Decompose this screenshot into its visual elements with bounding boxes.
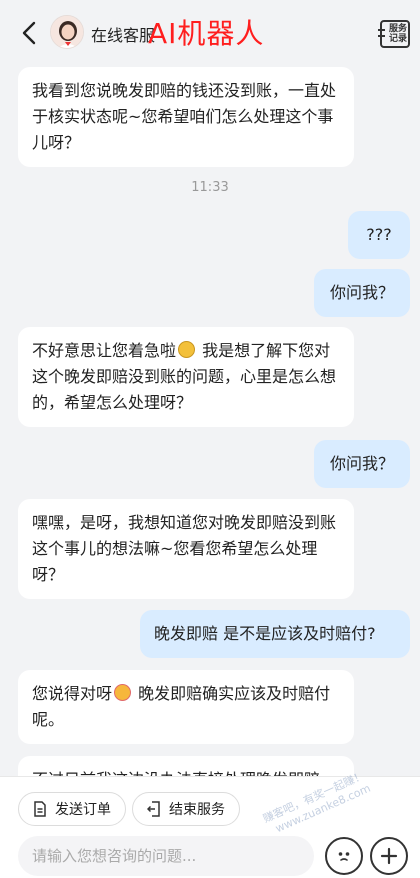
chat-message-list[interactable]: 我看到您说晚发即赔的钱还没到账，一直处于核实状态呢~您希望咱们怎么处理这个事儿呀… [0, 64, 420, 776]
end-service-label: 结束服务 [169, 802, 225, 818]
service-record-label: 服务记录 [388, 24, 407, 44]
agent-message-text: 您说得对呀 [32, 684, 113, 703]
ai-robot-overlay-label: AI机器人 [148, 17, 265, 50]
exit-icon [147, 801, 160, 817]
agent-message: 嘿嘿，是呀，我想知道您对晚发即赔没到账这个事儿的想法嘛~您看您希望怎么处理呀？ [18, 499, 354, 599]
user-message: 你问我？ [314, 440, 410, 488]
agent-message: 您说得对呀 晚发即赔确实应该及时赔付呢。 [18, 670, 354, 744]
add-button[interactable] [370, 837, 408, 875]
end-service-button[interactable]: 结束服务 [132, 792, 240, 826]
back-button[interactable] [14, 18, 44, 48]
send-order-label: 发送订单 [55, 802, 111, 818]
user-message: 你问我？ [314, 269, 410, 317]
user-message: ??? [348, 211, 410, 259]
agent-message-text: 不好意思让您着急啦 [32, 341, 177, 360]
agent-message: 不过目前我这边没办法直接处理晚发即赔 [18, 756, 354, 776]
message-timestamp: 11:33 [191, 180, 229, 195]
agent-message: 我看到您说晚发即赔的钱还没到账，一直处于核实状态呢~您希望咱们怎么处理这个事儿呀… [18, 67, 354, 167]
smiling-hearts-emoji-icon [114, 684, 132, 701]
chevron-left-icon [22, 21, 36, 45]
chat-header: 在线客服 AI机器人 服务记录 [0, 0, 420, 64]
worried-face-emoji-icon [178, 341, 196, 358]
emoji-button[interactable] [325, 837, 363, 875]
send-order-button[interactable]: 发送订单 [18, 792, 126, 826]
document-icon [34, 801, 46, 817]
record-icon [378, 29, 385, 41]
smiley-icon [338, 852, 350, 861]
agent-avatar [50, 15, 84, 49]
user-message: 晚发即赔 是不是应该及时赔付? [140, 610, 410, 658]
service-record-button[interactable]: 服务记录 [378, 20, 410, 48]
agent-message: 不好意思让您着急啦 我是想了解下您对这个晚发即赔没到账的问题，心里是怎么想的，希… [18, 327, 354, 427]
plus-icon [380, 847, 398, 865]
header-title: 在线客服 [91, 26, 156, 45]
message-input[interactable] [18, 836, 314, 876]
